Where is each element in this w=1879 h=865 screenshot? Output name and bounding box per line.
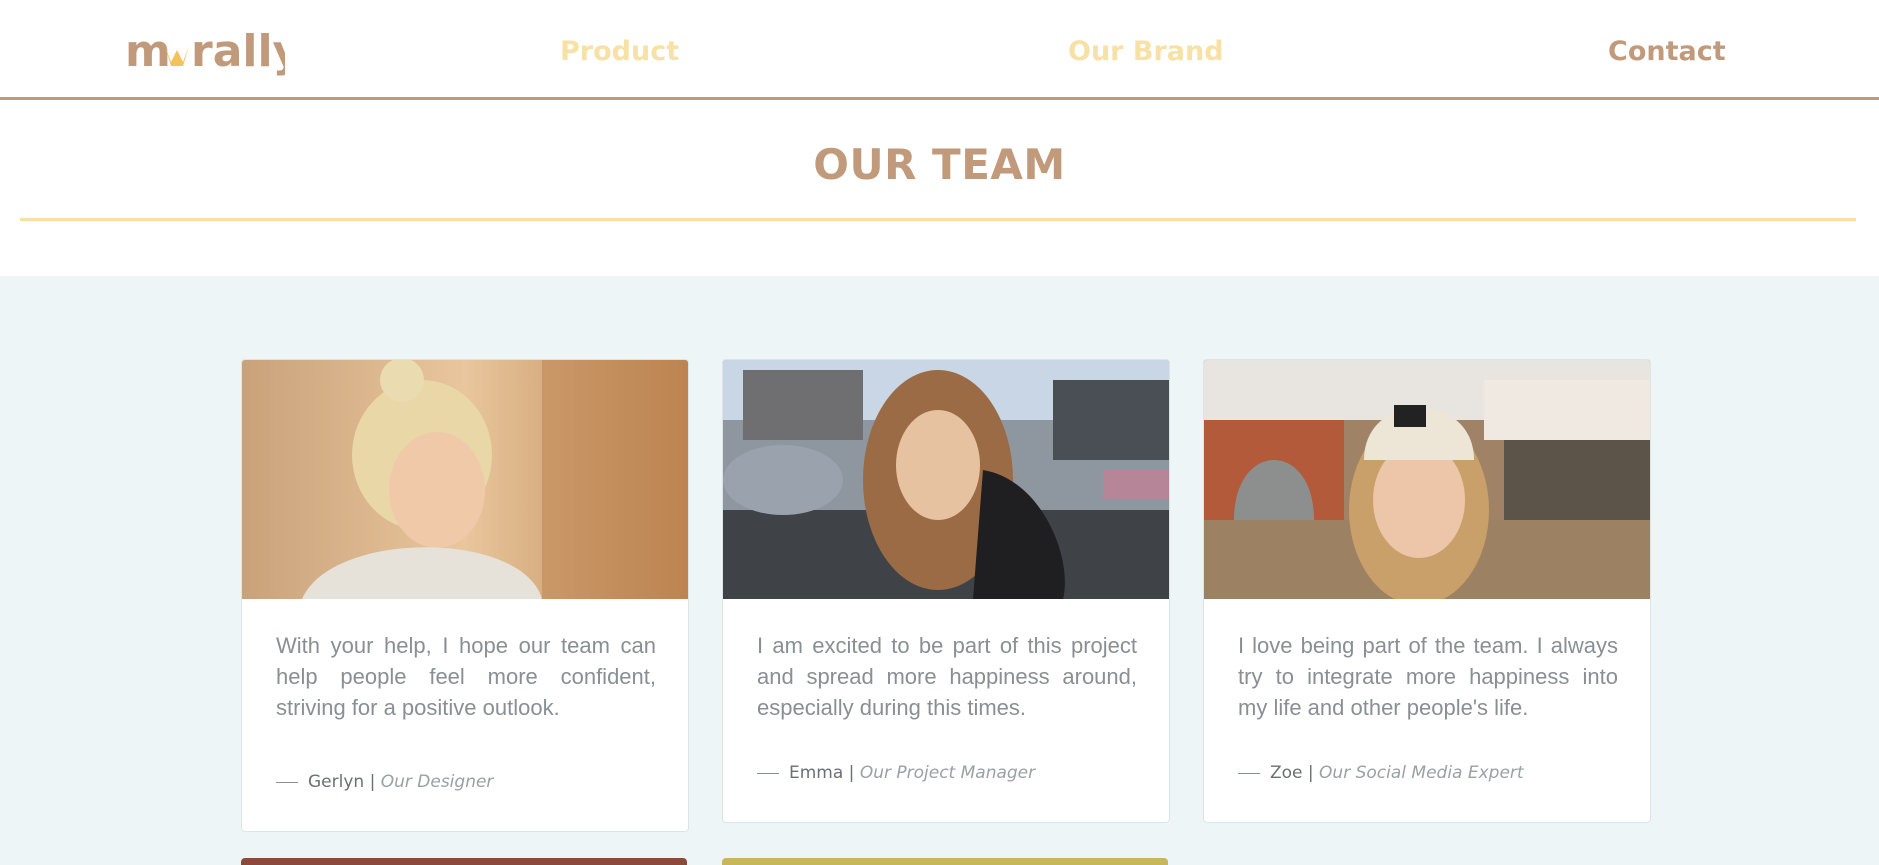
page-title: OUR TEAM xyxy=(813,140,1066,189)
team-card: With your help, I hope our team can help… xyxy=(241,359,689,832)
member-role: Our Designer xyxy=(380,772,494,792)
member-name: Gerlyn | xyxy=(308,772,376,792)
signature-dash xyxy=(757,772,779,774)
team-signature: Zoe | Our Social Media Expert xyxy=(1238,763,1524,783)
member-role: Our Project Manager xyxy=(859,763,1036,783)
team-photo xyxy=(1204,360,1650,599)
morally-logo[interactable]: m rally xyxy=(125,28,285,78)
top-navbar: m rally Product Our Brand Contact xyxy=(0,0,1879,100)
signature-dash xyxy=(1238,772,1260,774)
member-name: Emma | xyxy=(789,763,855,783)
svg-text:m: m xyxy=(125,28,171,77)
team-signature: Gerlyn | Our Designer xyxy=(276,772,493,792)
team-card: I love being part of the team. I always … xyxy=(1203,359,1651,823)
team-quote: I love being part of the team. I always … xyxy=(1238,633,1618,720)
svg-text:rally: rally xyxy=(191,28,285,77)
team-quote: I am excited to be part of this project … xyxy=(757,633,1137,720)
nav-our-brand[interactable]: Our Brand xyxy=(1068,36,1224,67)
member-name: Zoe | xyxy=(1270,763,1314,783)
member-role: Our Social Media Expert xyxy=(1319,763,1524,783)
team-quote: With your help, I hope our team can help… xyxy=(276,633,656,720)
team-photo xyxy=(242,360,688,599)
team-signature: Emma | Our Project Manager xyxy=(757,763,1035,783)
team-card-peek xyxy=(241,858,687,865)
team-photo xyxy=(723,360,1169,599)
team-card-peek xyxy=(722,858,1168,865)
nav-contact[interactable]: Contact xyxy=(1608,36,1726,67)
title-divider xyxy=(20,218,1856,221)
team-card: I am excited to be part of this project … xyxy=(722,359,1170,823)
signature-dash xyxy=(276,781,298,783)
nav-product[interactable]: Product xyxy=(560,36,679,67)
logo-wordmark: m rally xyxy=(125,28,285,77)
